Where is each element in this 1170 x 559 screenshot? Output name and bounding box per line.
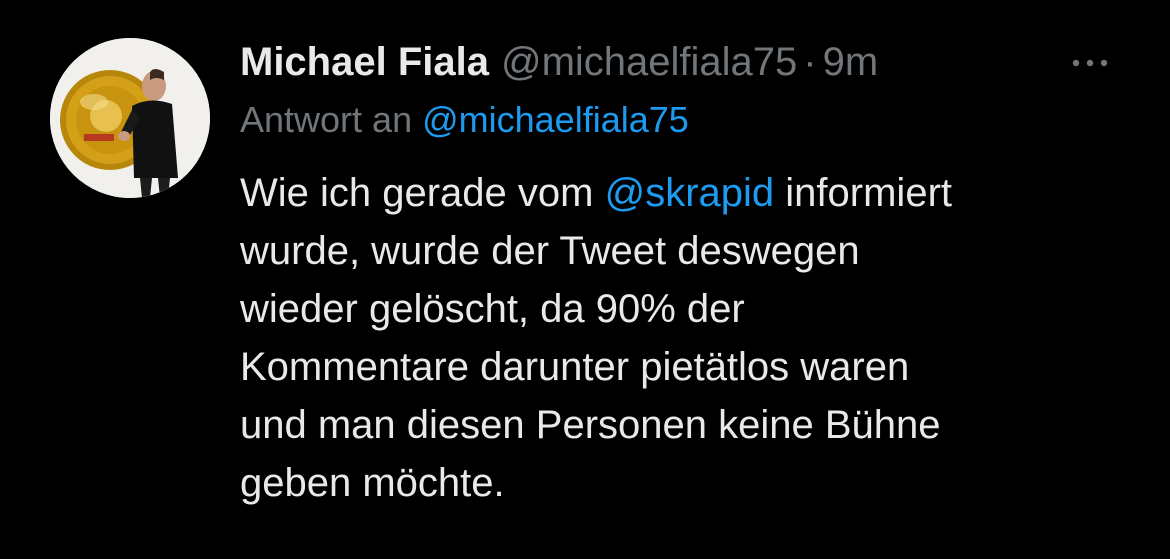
tweet-text-segment: Wie ich gerade vom [240, 171, 594, 215]
tweet-text-line: geben möchte. [240, 461, 505, 505]
separator-dot: · [803, 40, 817, 84]
mention-link[interactable]: @skrapid [605, 171, 775, 215]
tweet-text-line: Kommentare darunter pietätlos waren [240, 345, 910, 389]
tweet-content: Michael Fiala @michaelfiala75 · 9m Antwo… [240, 36, 1120, 512]
tweet-text-segment: informiert [785, 171, 952, 215]
tweet-timestamp[interactable]: 9m [823, 36, 879, 88]
tweet-text: Wie ich gerade vom @skrapid informiert w… [240, 164, 1120, 512]
more-dots-icon [1072, 59, 1108, 67]
more-options-button[interactable] [1060, 48, 1120, 78]
profile-photo-icon [50, 38, 210, 198]
reply-context: Antwort an @michaelfiala75 [240, 98, 1120, 142]
tweet-header: Michael Fiala @michaelfiala75 · 9m [240, 36, 1120, 88]
tweet-text-line: Wie ich gerade vom @skrapid informiert [240, 164, 1120, 222]
author-handle[interactable]: @michaelfiala75 [501, 36, 797, 88]
author-display-name[interactable]: Michael Fiala [240, 36, 489, 88]
reply-prefix: Antwort an [240, 99, 413, 140]
avatar[interactable] [50, 38, 210, 198]
tweet-text-line: wieder gelöscht, da 90% der [240, 287, 745, 331]
reply-to-handle-link[interactable]: @michaelfiala75 [422, 99, 689, 140]
tweet-text-line: und man diesen Personen keine Bühne [240, 403, 941, 447]
tweet-text-line: wurde, wurde der Tweet deswegen [240, 229, 860, 273]
tweet[interactable]: Michael Fiala @michaelfiala75 · 9m Antwo… [0, 0, 1170, 559]
